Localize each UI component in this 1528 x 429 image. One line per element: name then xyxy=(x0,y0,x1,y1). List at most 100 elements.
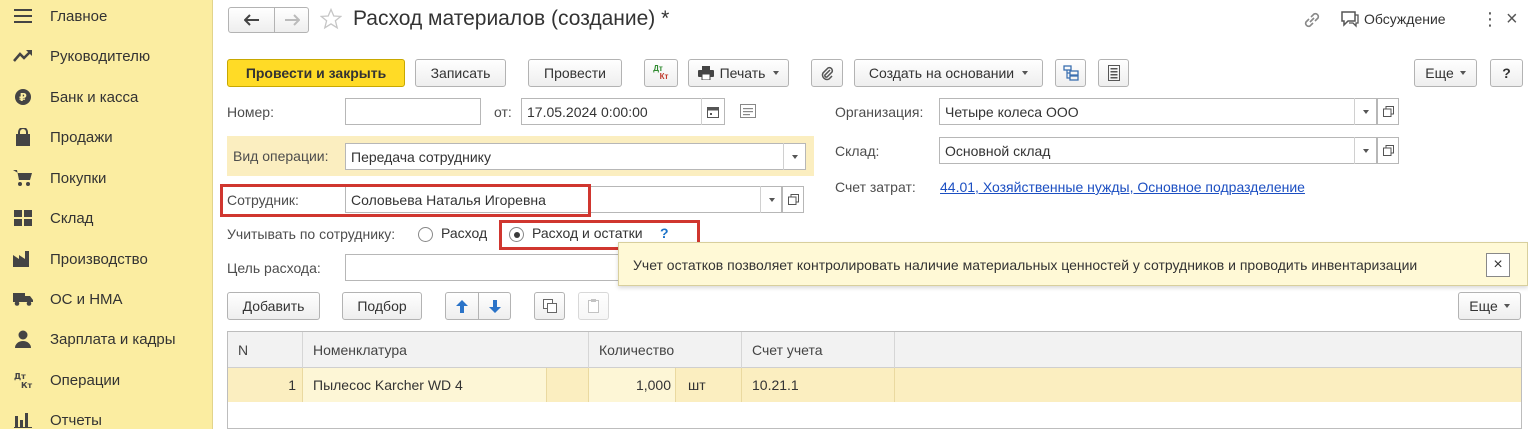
cell-unit: шт xyxy=(676,368,742,402)
radio-expense[interactable] xyxy=(418,227,433,242)
sidebar: Главное Руководителю ₽ Банк и касса Прод… xyxy=(0,0,213,429)
number-label: Номер: xyxy=(227,104,274,120)
table-row[interactable]: 1 Пылесос Karcher WD 4 1,000 шт 10.21.1 xyxy=(228,368,1521,402)
organization-dropdown[interactable] xyxy=(1354,98,1376,125)
column-header-account[interactable]: Счет учета xyxy=(742,332,895,368)
open-window-icon xyxy=(787,194,799,205)
operation-type-dropdown[interactable] xyxy=(783,143,805,170)
chevron-down-icon xyxy=(1503,304,1510,308)
warehouse-open-button[interactable] xyxy=(1377,137,1399,164)
sidebar-item-fixed-assets[interactable]: ОС и НМА xyxy=(0,279,212,319)
date-value: 17.05.2024 0:00:00 xyxy=(527,103,648,120)
post-button[interactable]: Провести xyxy=(528,59,622,87)
warehouse-field[interactable]: Основной склад xyxy=(939,137,1377,164)
cost-account-link[interactable]: 44.01, Хозяйственные нужды, Основное под… xyxy=(940,179,1305,195)
help-question-icon[interactable]: ? xyxy=(660,225,669,241)
comment-icon[interactable] xyxy=(740,104,756,121)
column-header-nomenclature[interactable]: Номенклатура xyxy=(303,332,589,368)
sidebar-item-label: Склад xyxy=(50,209,94,227)
move-up-button[interactable] xyxy=(445,292,479,320)
sidebar-item-production[interactable]: Производство xyxy=(0,239,212,279)
warehouse-value: Основной склад xyxy=(945,142,1051,159)
employee-dropdown[interactable] xyxy=(760,186,782,213)
purpose-field[interactable] xyxy=(345,254,625,281)
purpose-label: Цель расхода: xyxy=(227,260,321,276)
discussion-label: Обсуждение xyxy=(1364,11,1446,27)
employee-field[interactable]: Соловьева Наталья Игоревна xyxy=(345,186,782,213)
employee-open-button[interactable] xyxy=(782,186,804,213)
print-button[interactable]: Печать xyxy=(688,59,789,87)
page-title: Расход материалов (создание) * xyxy=(353,7,670,30)
close-icon[interactable]: × xyxy=(1506,8,1518,30)
forward-button[interactable] xyxy=(274,7,309,33)
sidebar-item-director[interactable]: Руководителю xyxy=(0,36,212,76)
chevron-down-icon xyxy=(1362,148,1369,153)
radio-expense-and-balance-label[interactable]: Расход и остатки xyxy=(532,225,643,241)
ruble-coin-icon: ₽ xyxy=(12,86,34,108)
cell-quantity: 1,000 xyxy=(589,368,676,402)
move-down-button[interactable] xyxy=(478,292,511,320)
sidebar-item-label: Руководителю xyxy=(50,47,151,65)
post-and-close-button[interactable]: Провести и закрыть xyxy=(227,59,405,87)
sidebar-item-purchases[interactable]: Покупки xyxy=(0,158,212,198)
organization-open-button[interactable] xyxy=(1377,98,1399,125)
attach-button[interactable] xyxy=(811,59,843,87)
sidebar-item-label: Продажи xyxy=(50,128,113,146)
more-button[interactable]: Еще xyxy=(1414,59,1477,87)
sidebar-item-bank[interactable]: ₽ Банк и касса xyxy=(0,77,212,117)
paste-row-button[interactable] xyxy=(578,292,609,320)
sidebar-item-warehouse[interactable]: Склад xyxy=(0,198,212,238)
chevron-down-icon xyxy=(1459,71,1466,75)
save-button[interactable]: Записать xyxy=(415,59,506,87)
number-field[interactable] xyxy=(345,98,481,125)
help-button[interactable]: ? xyxy=(1490,59,1523,87)
more-label: Еще xyxy=(1469,298,1498,314)
calendar-button[interactable] xyxy=(701,98,723,125)
open-window-icon xyxy=(1382,106,1394,117)
operation-type-label: Вид операции: xyxy=(233,148,329,164)
back-button[interactable] xyxy=(228,7,275,33)
warehouse-dropdown[interactable] xyxy=(1354,137,1376,164)
structure-button[interactable] xyxy=(1055,59,1086,87)
sidebar-item-label: Покупки xyxy=(50,169,107,187)
sidebar-item-sales[interactable]: Продажи xyxy=(0,117,212,157)
column-header-quantity[interactable]: Количество xyxy=(589,332,742,368)
organization-label: Организация: xyxy=(835,104,924,120)
sidebar-item-operations[interactable]: Дт Кт Операции xyxy=(0,360,212,400)
cart-icon xyxy=(12,167,34,189)
track-by-employee-label: Учитывать по сотруднику: xyxy=(227,226,396,242)
sidebar-item-main[interactable]: Главное xyxy=(0,0,212,36)
radio-expense-and-balance[interactable] xyxy=(509,227,524,242)
link-icon[interactable] xyxy=(1302,10,1322,33)
bar-chart-icon xyxy=(12,409,34,429)
open-window-icon xyxy=(1382,145,1394,156)
radio-expense-label[interactable]: Расход xyxy=(441,225,487,241)
discussion-button[interactable]: Обсуждение xyxy=(1340,10,1446,28)
report-button[interactable] xyxy=(1098,59,1129,87)
copy-icon xyxy=(542,299,557,313)
column-header-n[interactable]: N xyxy=(228,332,303,368)
cell-characteristic xyxy=(547,368,589,402)
tooltip-close-button[interactable]: × xyxy=(1486,253,1510,277)
dt-kt-icon: Дт Кт xyxy=(12,369,34,391)
cell-nomenclature: Пылесос Karcher WD 4 xyxy=(303,368,547,402)
dt-kt-button[interactable]: Дт Кт xyxy=(644,59,678,87)
sidebar-item-payroll[interactable]: Зарплата и кадры xyxy=(0,319,212,359)
operation-type-field[interactable]: Передача сотруднику xyxy=(345,143,806,170)
sidebar-item-reports[interactable]: Отчеты xyxy=(0,400,212,429)
create-based-on-button[interactable]: Создать на основании xyxy=(854,59,1043,87)
organization-field[interactable]: Четыре колеса ООО xyxy=(939,98,1377,125)
print-label: Печать xyxy=(719,65,766,81)
add-row-button[interactable]: Добавить xyxy=(227,292,320,320)
kebab-menu-icon[interactable]: ⋮ xyxy=(1481,9,1499,29)
tooltip-text: Учет остатков позволяет контролировать н… xyxy=(633,257,1418,273)
sidebar-item-label: ОС и НМА xyxy=(50,290,123,308)
document-form: Расход материалов (создание) * Обсуждени… xyxy=(214,0,1528,429)
pick-button[interactable]: Подбор xyxy=(342,292,422,320)
paperclip-icon xyxy=(821,66,834,81)
table-more-button[interactable]: Еще xyxy=(1458,292,1521,320)
calendar-icon xyxy=(706,106,719,118)
date-field[interactable]: 17.05.2024 0:00:00 xyxy=(521,98,725,125)
copy-row-button[interactable] xyxy=(534,292,565,320)
favorite-star-icon[interactable] xyxy=(319,7,343,33)
